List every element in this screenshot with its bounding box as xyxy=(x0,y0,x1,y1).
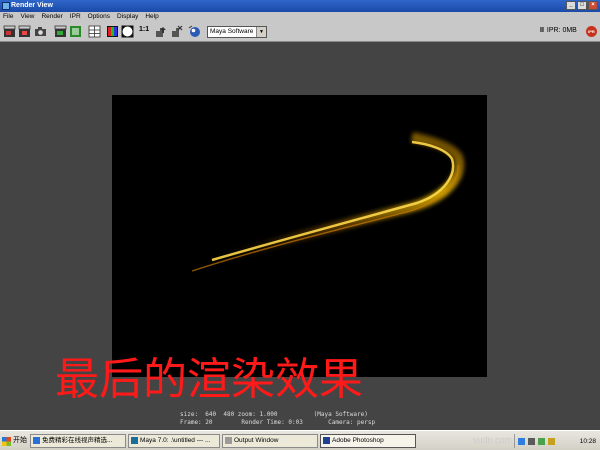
window-controls: _ □ × xyxy=(566,1,598,10)
refresh-icon xyxy=(70,26,81,37)
output-window-icon xyxy=(225,437,232,444)
render-info-line-2: Frame: 20 Render Time: 0:03 Camera: pers… xyxy=(180,419,376,426)
input-method-icon[interactable] xyxy=(548,437,555,445)
render-info: size: 640 480 zoom: 1.000 (Maya Software… xyxy=(180,411,440,427)
color-channel-icon xyxy=(107,26,118,37)
ipr-clapboard-icon xyxy=(54,25,67,37)
start-button[interactable]: 开始 xyxy=(2,434,27,448)
browser-icon xyxy=(33,437,40,444)
render-region-button[interactable] xyxy=(18,25,31,38)
ipr-shading-button[interactable] xyxy=(188,25,201,38)
photoshop-icon xyxy=(323,437,330,444)
system-tray: 10:28 xyxy=(514,434,598,448)
refresh-ipr-button[interactable] xyxy=(69,25,82,38)
ipr-badge[interactable]: IPR xyxy=(586,26,597,37)
taskbar-item-maya[interactable]: Maya 7.0: .\untitled --- ... xyxy=(128,434,220,448)
redo-render-button[interactable] xyxy=(3,25,16,38)
keep-image-icon xyxy=(156,27,166,37)
taskbar-item-browser[interactable]: 免费精彩在线视声精选... xyxy=(30,434,126,448)
maya-icon xyxy=(131,437,138,444)
menu-bar: File View Render IPR Options Display Hel… xyxy=(0,12,600,22)
pause-icon[interactable]: II xyxy=(540,27,544,34)
toolbar: 1:1 Maya Software ▼ II IPR: 0MB IPR xyxy=(0,22,600,42)
chevron-left-icon[interactable] xyxy=(518,437,525,445)
clock: 10:28 xyxy=(579,437,596,445)
menu-ipr[interactable]: IPR xyxy=(70,12,81,22)
rgb-channel-button[interactable] xyxy=(106,25,119,38)
menu-file[interactable]: File xyxy=(3,12,13,22)
ipr-render-button[interactable] xyxy=(54,25,67,38)
render-viewport[interactable]: 最后的渲染效果 size: 640 480 zoom: 1.000 (Maya … xyxy=(0,42,600,430)
light-streak-graphic xyxy=(191,132,465,272)
settings-grid-icon xyxy=(88,25,101,38)
render-settings-button[interactable] xyxy=(88,25,101,38)
alpha-circle-icon xyxy=(121,25,134,38)
real-size-button[interactable]: 1:1 xyxy=(139,26,149,33)
alpha-channel-button[interactable] xyxy=(121,25,134,38)
keep-image-button[interactable] xyxy=(154,25,167,38)
snapshot-button[interactable] xyxy=(34,25,47,38)
dropdown-arrow-icon: ▼ xyxy=(256,27,266,37)
ipr-memory-label: IPR: 0MB xyxy=(546,27,577,34)
shader-ball-icon xyxy=(188,25,200,37)
app-icon xyxy=(2,2,10,10)
maximize-button[interactable]: □ xyxy=(577,1,587,10)
camera-icon xyxy=(35,27,46,36)
menu-display[interactable]: Display xyxy=(117,12,138,22)
windows-logo-icon xyxy=(2,436,11,446)
ipr-status: II IPR: 0MB xyxy=(540,27,577,34)
start-label: 开始 xyxy=(13,437,27,444)
menu-render[interactable]: Render xyxy=(41,12,62,22)
volume-icon[interactable] xyxy=(538,437,545,445)
menu-view[interactable]: View xyxy=(20,12,34,22)
clapboard-icon xyxy=(3,25,16,37)
caption-text: 最后的渲染效果 xyxy=(55,354,363,405)
render-info-line-1: size: 640 480 zoom: 1.000 (Maya Software… xyxy=(180,411,368,418)
remove-image-icon xyxy=(172,25,183,37)
watermark: vudn.com xyxy=(473,435,513,445)
close-button[interactable]: × xyxy=(588,1,598,10)
renderer-dropdown[interactable]: Maya Software ▼ xyxy=(207,26,267,38)
menu-options[interactable]: Options xyxy=(88,12,110,22)
minimize-button[interactable]: _ xyxy=(566,1,576,10)
renderer-selected-value: Maya Software xyxy=(210,28,254,35)
window-title-bar[interactable]: Render View _ □ × xyxy=(0,0,600,12)
taskbar-item-photoshop[interactable]: Adobe Photoshop xyxy=(320,434,416,448)
rendered-image xyxy=(112,95,487,377)
window-title: Render View xyxy=(11,2,53,9)
taskbar-item-output-window[interactable]: Output Window xyxy=(222,434,318,448)
remove-image-button[interactable] xyxy=(170,25,183,38)
network-icon[interactable] xyxy=(528,437,535,445)
menu-help[interactable]: Help xyxy=(145,12,158,22)
clapboard-region-icon xyxy=(18,25,31,37)
